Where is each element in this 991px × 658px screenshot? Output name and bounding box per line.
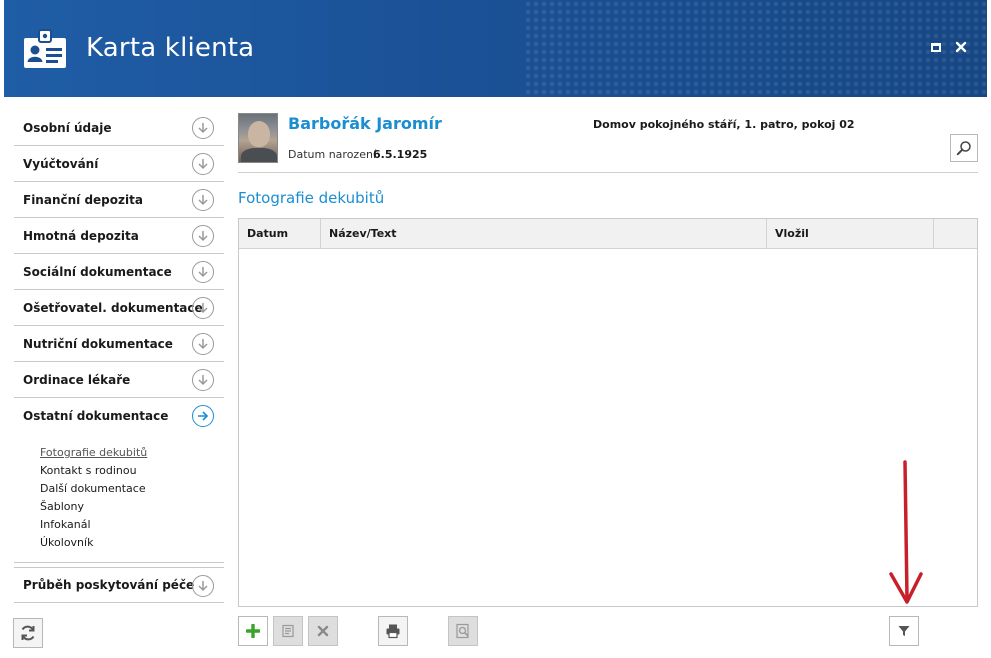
preview-button[interactable] [448, 616, 478, 646]
id-card-icon [22, 26, 68, 72]
sidebar-item-label: Ordinace lékaře [23, 372, 131, 387]
section-title: Fotografie dekubitů [238, 189, 385, 207]
search-button[interactable] [950, 134, 978, 162]
search-icon [956, 141, 971, 156]
column-header-vlozil[interactable]: Vložil [767, 219, 934, 248]
chevron-right-icon [192, 405, 214, 427]
patient-name: Barbořák Jaromír [288, 114, 442, 133]
column-header-extra[interactable] [934, 219, 977, 248]
maximize-icon [931, 43, 941, 52]
chevron-down-icon [192, 369, 214, 391]
refresh-button[interactable] [13, 618, 43, 648]
submenu-item-infokanal[interactable]: Infokanál [40, 516, 224, 534]
window-title: Karta klienta [86, 33, 255, 63]
edit-button[interactable] [273, 616, 303, 646]
maximize-button[interactable] [928, 40, 944, 56]
chevron-down-icon [192, 117, 214, 139]
add-button[interactable] [238, 616, 268, 646]
sidebar-item-prubeh-poskytovani-pece[interactable]: Průběh poskytování péče [14, 567, 224, 603]
submenu-item-dalsi-dokumentace[interactable]: Další dokumentace [40, 480, 224, 498]
sidebar: Osobní údaje Vyúčtování Finanční depozit… [14, 110, 224, 603]
dob-label: Datum narození: [288, 148, 380, 161]
refresh-icon [21, 625, 35, 641]
chevron-down-icon [192, 189, 214, 211]
sidebar-item-label: Finanční depozita [23, 192, 143, 207]
sidebar-item-label: Ostatní dokumentace [23, 409, 169, 423]
window-header: Karta klienta [4, 0, 987, 97]
sidebar-item-label: Ošetřovatel. dokumentace [23, 300, 203, 315]
print-button[interactable] [378, 616, 408, 646]
header-divider [238, 172, 978, 173]
patient-photo [238, 113, 278, 163]
patient-location: Domov pokojného stáří, 1. patro, pokoj 0… [593, 118, 855, 131]
submenu-item-fotografie-dekubitu[interactable]: Fotografie dekubitů [40, 444, 224, 462]
submenu-item-ukolovnik[interactable]: Úkolovník [40, 534, 224, 552]
sidebar-item-vyuctovani[interactable]: Vyúčtování [14, 146, 224, 182]
close-icon [955, 41, 967, 53]
sidebar-item-ordinace-lekare[interactable]: Ordinace lékaře [14, 362, 224, 398]
sidebar-item-osetrovatel-dokumentace[interactable]: Ošetřovatel. dokumentace [14, 290, 224, 326]
chevron-down-icon [192, 225, 214, 247]
chevron-down-icon [192, 261, 214, 283]
close-button[interactable] [953, 40, 969, 56]
filter-button[interactable] [889, 616, 919, 646]
data-table: Datum Název/Text Vložil [238, 218, 978, 607]
column-header-datum[interactable]: Datum [239, 219, 321, 248]
sidebar-item-label: Hmotná depozita [23, 228, 139, 243]
chevron-down-icon [192, 575, 214, 597]
sidebar-item-label: Průběh poskytování péče [23, 578, 195, 592]
sidebar-item-label: Nutriční dokumentace [23, 336, 173, 351]
delete-icon [317, 625, 329, 637]
sidebar-item-financni-depozita[interactable]: Finanční depozita [14, 182, 224, 218]
sidebar-item-osobni-udaje[interactable]: Osobní údaje [14, 110, 224, 146]
chevron-down-icon [192, 153, 214, 175]
sidebar-item-ostatni-dokumentace[interactable]: Ostatní dokumentace [14, 398, 224, 434]
preview-icon [456, 623, 469, 639]
sidebar-item-nutricni-dokumentace[interactable]: Nutriční dokumentace [14, 326, 224, 362]
table-header: Datum Název/Text Vložil [239, 219, 977, 249]
chevron-down-icon [192, 333, 214, 355]
submenu-item-sablony[interactable]: Šablony [40, 498, 224, 516]
sidebar-item-socialni-dokumentace[interactable]: Sociální dokumentace [14, 254, 224, 290]
sidebar-item-label: Osobní údaje [23, 120, 112, 135]
dob-value: 6.5.1925 [373, 148, 428, 161]
sidebar-item-hmotna-depozita[interactable]: Hmotná depozita [14, 218, 224, 254]
submenu-item-kontakt-s-rodinou[interactable]: Kontakt s rodinou [40, 462, 224, 480]
sidebar-item-label: Sociální dokumentace [23, 264, 172, 279]
column-header-nazev-text[interactable]: Název/Text [321, 219, 767, 248]
sidebar-submenu: Fotografie dekubitů Kontakt s rodinou Da… [14, 434, 224, 563]
add-icon [246, 624, 260, 638]
print-icon [386, 624, 400, 639]
delete-button[interactable] [308, 616, 338, 646]
chevron-down-icon [192, 297, 214, 319]
filter-icon [898, 626, 910, 636]
annotation-arrow [886, 458, 926, 608]
edit-icon [282, 624, 294, 638]
sidebar-item-label: Vyúčtování [23, 156, 99, 171]
